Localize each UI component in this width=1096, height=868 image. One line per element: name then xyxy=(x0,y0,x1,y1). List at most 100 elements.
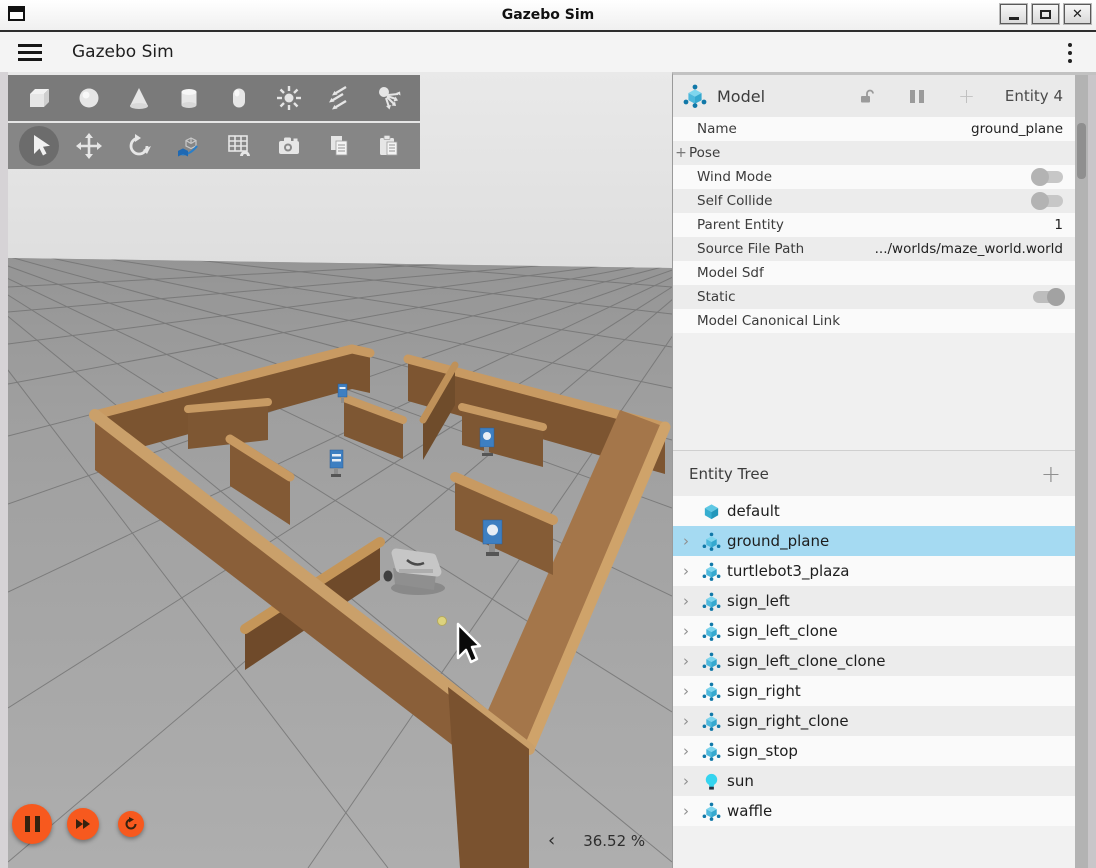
yellow-ball xyxy=(438,617,447,626)
cone-icon[interactable] xyxy=(114,77,164,119)
inspector-pause-icon[interactable] xyxy=(910,90,924,103)
window-frame-right xyxy=(1088,75,1096,868)
tree-expand-chevron[interactable]: › xyxy=(673,562,699,580)
tree-item-label: sign_left_clone_clone xyxy=(727,652,885,670)
titlebar: Gazebo Sim ✕ xyxy=(0,0,1096,30)
tree-expand-chevron[interactable]: › xyxy=(673,622,699,640)
property-row-static: Static xyxy=(673,285,1075,309)
tree-item-label: sign_stop xyxy=(727,742,798,760)
tree-item-sign-stop[interactable]: › sign_stop xyxy=(673,736,1075,766)
window-icon xyxy=(8,6,25,21)
model-icon xyxy=(699,742,723,761)
rtf-collapse-chevron[interactable]: ‹ xyxy=(548,832,555,850)
point-light-icon[interactable] xyxy=(264,77,314,119)
close-button[interactable]: ✕ xyxy=(1064,4,1091,24)
copy-icon[interactable] xyxy=(314,125,364,167)
tree-expand-chevron[interactable]: › xyxy=(673,592,699,610)
box-icon[interactable] xyxy=(14,77,64,119)
property-label: Name xyxy=(697,121,737,137)
spot-light-icon[interactable] xyxy=(364,77,414,119)
cylinder-icon[interactable] xyxy=(164,77,214,119)
tree-item-waffle[interactable]: ›waffle xyxy=(673,796,1075,826)
tree-expand-chevron[interactable]: › xyxy=(673,772,699,790)
maximize-button[interactable] xyxy=(1032,4,1059,24)
tree-item-ground-plane[interactable]: › ground_plane xyxy=(673,526,1075,556)
gazebo-window: Gazebo Sim ✕ Gazebo Sim xyxy=(0,0,1096,868)
wind-mode-toggle[interactable] xyxy=(1033,171,1063,183)
translate-icon[interactable] xyxy=(64,125,114,167)
tree-item-label: sign_left_clone xyxy=(727,622,838,640)
model-icon xyxy=(699,562,723,581)
tree-item-sign-left-clone-clone[interactable]: › sign_left_clone_clone xyxy=(673,646,1075,676)
reset-button[interactable] xyxy=(118,811,144,837)
screenshot-icon[interactable] xyxy=(264,125,314,167)
select-arrow-icon[interactable] xyxy=(14,125,64,167)
entity-tree-list: default›ground_plane›turtlebot3_plaza›si… xyxy=(673,496,1075,826)
render-viewport[interactable]: ‹ 36.52 % xyxy=(8,72,672,868)
property-label: Parent Entity xyxy=(697,217,784,233)
tree-expand-chevron[interactable]: › xyxy=(673,802,699,820)
directional-light-icon[interactable] xyxy=(314,77,364,119)
rtf-value: 36.52 % xyxy=(583,832,645,850)
rtf-readout: ‹ 36.52 % xyxy=(548,832,645,850)
tree-expand-chevron[interactable]: › xyxy=(673,532,699,550)
paste-icon[interactable] xyxy=(364,125,414,167)
property-row-model-canonical-link: Model Canonical Link xyxy=(673,309,1075,333)
tree-item-label: sign_left xyxy=(727,592,790,610)
lock-open-icon[interactable] xyxy=(858,88,874,104)
model-icon xyxy=(699,532,723,551)
entity-tree-add-icon[interactable]: + xyxy=(1041,462,1061,486)
pause-button[interactable] xyxy=(12,804,52,844)
static-toggle[interactable] xyxy=(1033,291,1063,303)
hamburger-icon[interactable] xyxy=(18,44,42,61)
window-frame-left xyxy=(0,72,8,868)
sphere-icon[interactable] xyxy=(64,77,114,119)
tree-item-sign-right[interactable]: ›sign_right xyxy=(673,676,1075,706)
self-collide-toggle[interactable] xyxy=(1033,195,1063,207)
shape-toolbar xyxy=(8,75,420,169)
close-icon: ✕ xyxy=(1072,8,1083,21)
tree-item-sun[interactable]: ›sun xyxy=(673,766,1075,796)
shape-toolbar-row2 xyxy=(8,123,420,169)
model-icon xyxy=(699,592,723,611)
kebab-menu-icon[interactable] xyxy=(1068,43,1072,63)
tree-expand-chevron[interactable]: › xyxy=(673,652,699,670)
snap-grid-icon[interactable] xyxy=(214,125,264,167)
property-value: ground_plane xyxy=(971,121,1063,137)
inspector-plus-icon[interactable]: + xyxy=(958,84,975,108)
entity-label: Entity 4 xyxy=(1005,87,1063,105)
world-icon xyxy=(699,502,723,521)
align-icon[interactable] xyxy=(164,125,214,167)
right-panel: Model + Entity 4 Nameground_plane+PoseWi… xyxy=(672,72,1096,868)
tree-item-sign-right-clone[interactable]: ›sign_right_clone xyxy=(673,706,1075,736)
model-icon xyxy=(699,682,723,701)
tree-item-sign-left[interactable]: › sign_left xyxy=(673,586,1075,616)
step-button[interactable] xyxy=(67,808,99,840)
tree-item-sign-left-clone[interactable]: › sign_left_clone xyxy=(673,616,1075,646)
property-row-wind-mode: Wind Mode xyxy=(673,165,1075,189)
capsule-icon[interactable] xyxy=(214,77,264,119)
tree-item-default[interactable]: default xyxy=(673,496,1075,526)
property-label: Source File Path xyxy=(697,241,804,257)
property-label: Self Collide xyxy=(697,193,772,209)
property-row-parent-entity: Parent Entity 1 xyxy=(673,213,1075,237)
rotate-icon[interactable] xyxy=(114,125,164,167)
tree-expand-chevron[interactable]: › xyxy=(673,712,699,730)
pose-expander-icon[interactable]: + xyxy=(673,145,689,161)
property-row-name: Name ground_plane xyxy=(673,117,1075,141)
minimize-button[interactable] xyxy=(1000,4,1027,24)
property-label: Model Sdf xyxy=(697,265,764,281)
property-value: 1 xyxy=(1054,217,1063,233)
tree-item-turtlebot3-plaza[interactable]: ›turtlebot3_plaza xyxy=(673,556,1075,586)
tree-expand-chevron[interactable]: › xyxy=(673,682,699,700)
property-row-self-collide: Self Collide xyxy=(673,189,1075,213)
tree-expand-chevron[interactable]: › xyxy=(673,742,699,760)
scene-3d xyxy=(8,72,672,868)
shape-toolbar-row1 xyxy=(8,75,420,121)
scrollbar-thumb[interactable] xyxy=(1077,123,1086,179)
app-toolbar: Gazebo Sim xyxy=(0,30,1096,72)
property-row-source-file-path: Source File Path.../worlds/maze_world.wo… xyxy=(673,237,1075,261)
property-label: Model Canonical Link xyxy=(697,313,840,329)
tree-item-label: ground_plane xyxy=(727,532,829,550)
panel-scrollbar[interactable] xyxy=(1075,75,1088,868)
